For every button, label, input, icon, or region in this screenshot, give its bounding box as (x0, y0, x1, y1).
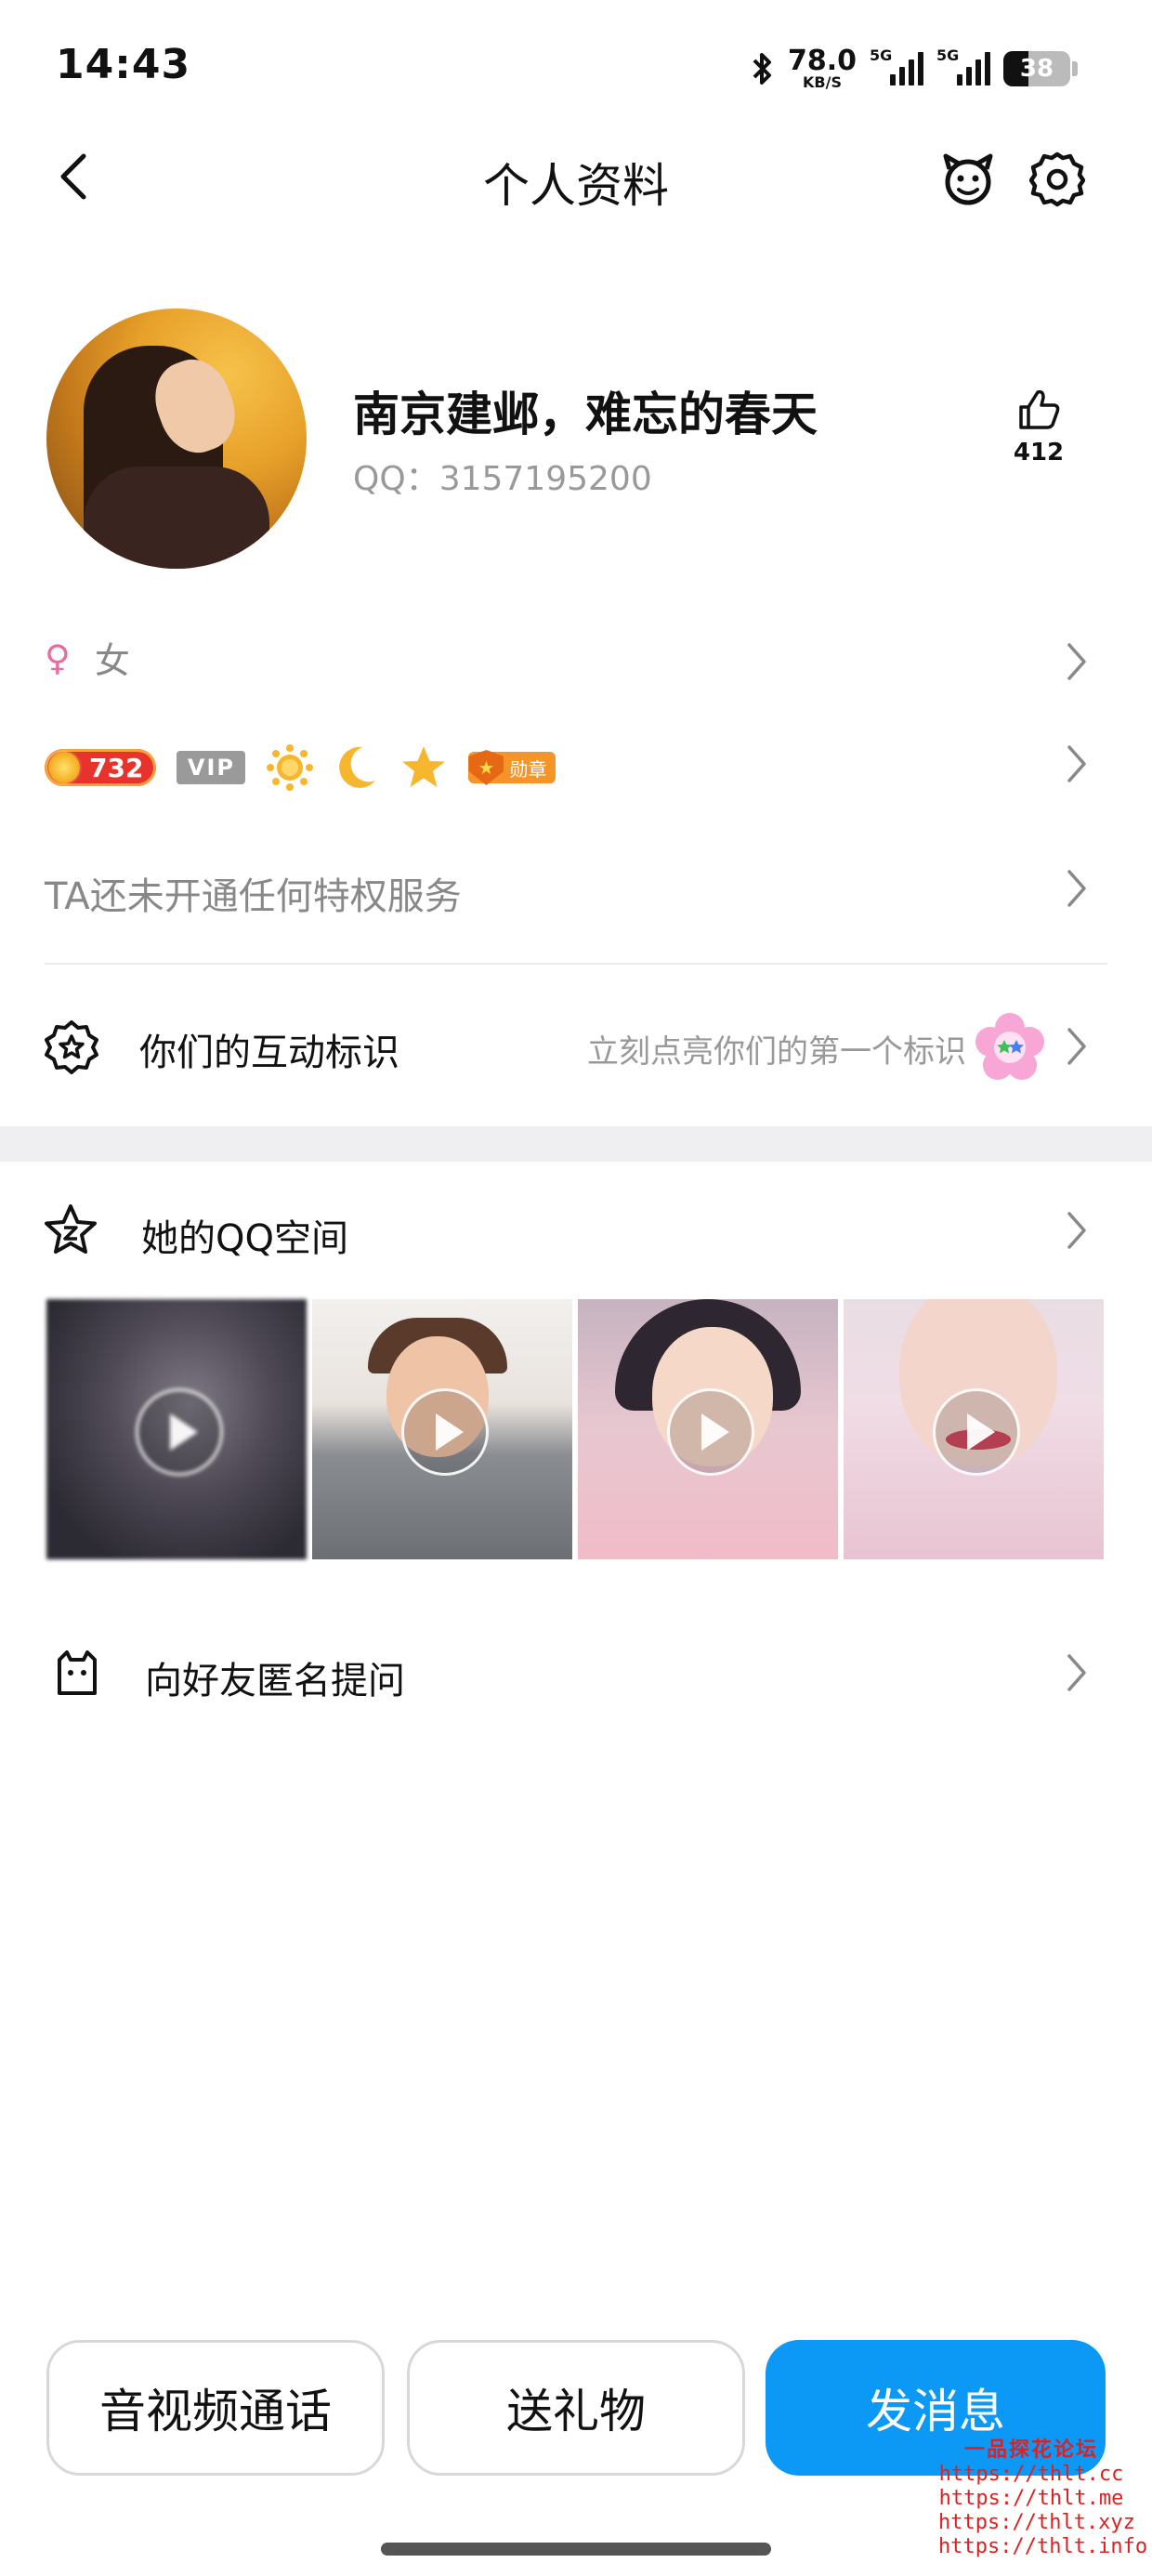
chevron-right-icon[interactable] (1065, 1026, 1089, 1067)
settings-button[interactable] (1028, 149, 1086, 208)
signal-sim1-icon: 5G (870, 46, 923, 85)
interaction-label[interactable]: 你们的互动标识 (139, 1022, 399, 1076)
qzone-label[interactable]: 她的QQ空间 (141, 1208, 348, 1262)
send-gift-button[interactable]: 送礼物 (407, 2340, 745, 2476)
video-thumbnail[interactable] (312, 1299, 572, 1559)
coin-badge: 732 (45, 749, 157, 786)
watermark: 一品探花论坛 https://thlt.cc https://thlt.me h… (938, 2438, 1148, 2558)
chevron-right-icon[interactable] (1065, 641, 1089, 682)
like-button[interactable]: 412 (1003, 387, 1074, 467)
play-icon (136, 1388, 223, 1476)
female-symbol-icon: ♀ (45, 637, 71, 678)
divider (45, 963, 1107, 965)
medal-badge: ★ 勋章 (468, 750, 556, 785)
flower-icon (975, 1013, 1044, 1080)
qzone-star-icon (45, 1204, 97, 1254)
privilege-text[interactable]: TA还未开通任何特权服务 (45, 866, 462, 920)
gender-label: 女 (94, 640, 130, 681)
status-time: 14:43 (56, 41, 191, 88)
video-thumbnail[interactable] (844, 1299, 1104, 1559)
video-thumbnail[interactable] (578, 1299, 838, 1559)
avatar[interactable] (46, 309, 307, 569)
play-icon (401, 1388, 489, 1476)
pet-face-icon (943, 153, 993, 205)
interaction-hint[interactable]: 立刻点亮你们的第一个标识 (587, 1026, 966, 1071)
vip-badge: VIP (177, 751, 246, 784)
signal-sim2-icon: 5G (936, 46, 990, 85)
qzone-video-grid (46, 1299, 1104, 1559)
section-separator (0, 1126, 1152, 1162)
cat-ghost-icon (58, 1650, 97, 1695)
thumbs-up-icon (1019, 389, 1060, 429)
gender-row[interactable]: ♀ 女 (45, 632, 130, 683)
coin-icon (48, 752, 80, 783)
badge-star-icon (45, 1020, 98, 1074)
status-icons: 78.0 KB/S 5G 5G 38 (751, 41, 1078, 97)
video-thumbnail[interactable] (46, 1299, 307, 1559)
chevron-right-icon[interactable] (1065, 868, 1089, 909)
moon-icon (339, 746, 376, 788)
chevron-right-icon[interactable] (1065, 1652, 1089, 1693)
medal-shield-icon: ★ (468, 750, 504, 785)
play-icon (933, 1388, 1020, 1476)
chevron-right-icon[interactable] (1065, 1210, 1089, 1251)
bluetooth-icon (753, 53, 771, 85)
sun-icon (267, 744, 314, 791)
battery-cap (1072, 61, 1078, 76)
star-icon (402, 746, 446, 787)
pet-button[interactable] (938, 149, 998, 208)
home-indicator[interactable] (381, 2543, 771, 2556)
anonymous-question-label[interactable]: 向好友匿名提问 (145, 1650, 405, 1704)
gear-icon (1028, 151, 1086, 207)
video-call-button[interactable]: 音视频通话 (46, 2340, 385, 2476)
badges-row[interactable]: 732 VIP ★ 勋章 (45, 743, 556, 792)
play-icon (667, 1388, 754, 1476)
qq-number: QQ：3157195200 (353, 460, 652, 498)
chevron-right-icon[interactable] (1065, 743, 1089, 784)
net-speed: 78.0 KB/S (787, 45, 857, 91)
like-count: 412 (1013, 439, 1065, 467)
nickname: 南京建邺，难忘的春天 (353, 388, 818, 441)
battery-icon: 38 (1003, 51, 1070, 86)
